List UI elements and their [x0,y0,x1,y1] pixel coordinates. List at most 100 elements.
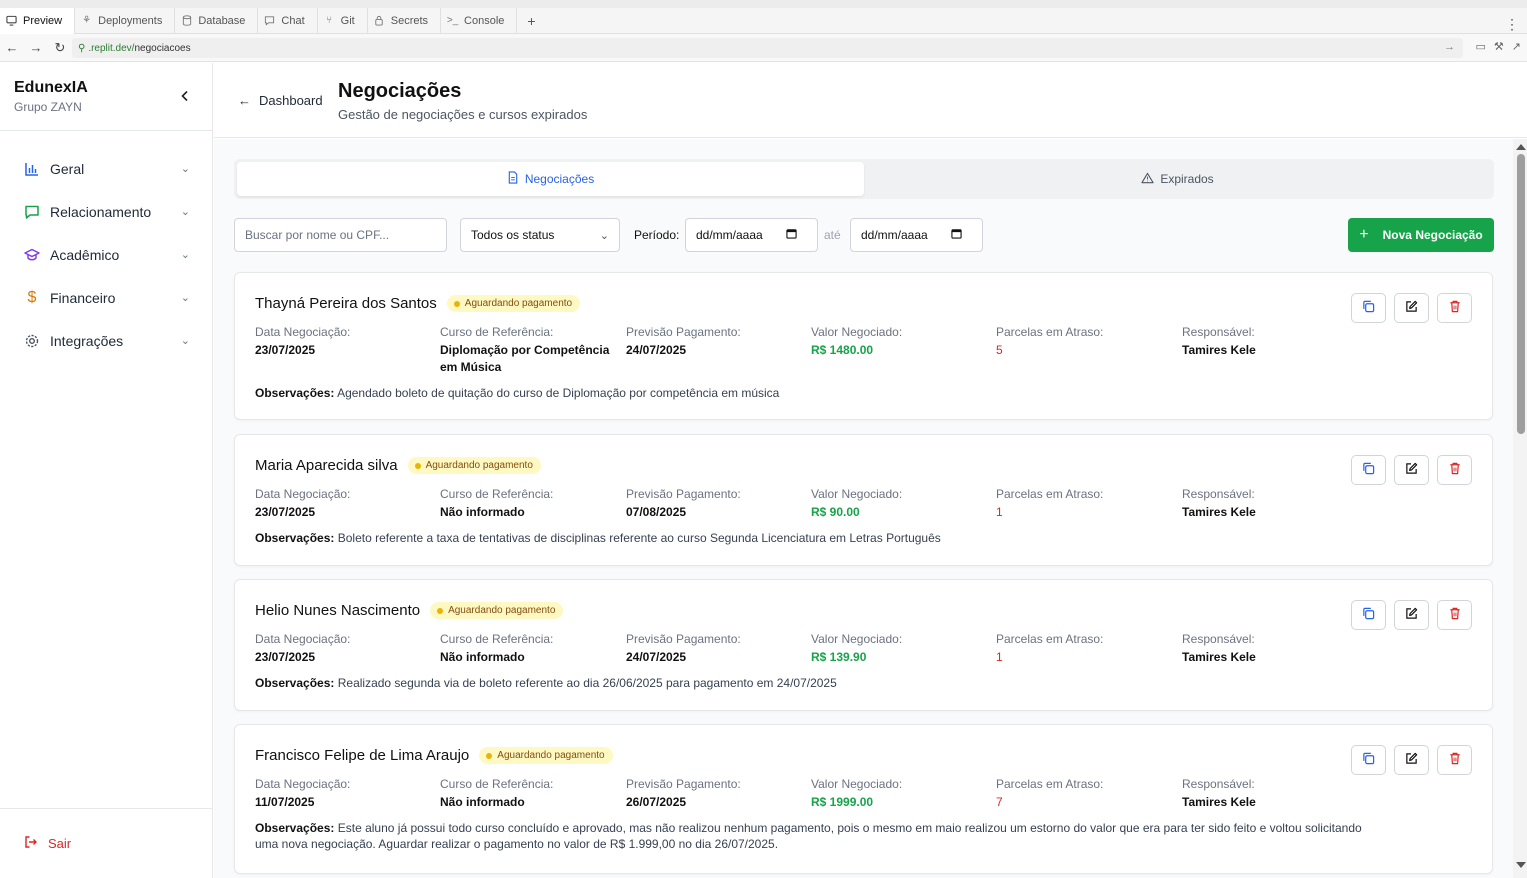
go-arrow-icon[interactable]: → [1444,41,1455,53]
external-link-icon[interactable]: ↗ [1512,40,1521,53]
delete-button[interactable] [1437,600,1472,630]
status-badge: Aguardando pagamento [479,747,613,764]
url-input[interactable]: ⚲ .replit.dev/ negociacoes → [72,38,1463,58]
field-label: Data Negociação: [255,487,351,501]
field-data: Data Negociação: 11/07/2025 [255,777,435,811]
ide-tab-label: Deployments [98,14,163,27]
scrollbar-thumb[interactable] [1517,154,1525,434]
field-data: Data Negociação: 23/07/2025 [255,487,435,521]
back-to-dashboard-link[interactable]: ← Dashboard [238,93,323,108]
tabs: Negociações Expirados [234,159,1494,199]
collapse-sidebar-icon[interactable] [180,89,190,105]
ide-tab-chat[interactable]: Chat [258,7,318,34]
calendar-icon[interactable] [786,228,797,242]
obs-label: Observações: [255,531,335,545]
status-select-value: Todos os status [471,228,555,242]
edit-icon [1405,300,1418,316]
field-valor: Valor Negociado: R$ 1999.00 [811,777,991,811]
duplicate-button[interactable] [1351,293,1386,323]
scroll-up-icon[interactable] [1516,144,1526,150]
document-icon [507,171,519,187]
obs-text: Realizado segunda via de boleto referent… [337,676,837,690]
duplicate-button[interactable] [1351,455,1386,485]
reload-icon[interactable]: ↻ [48,40,72,56]
field-parcelas: Parcelas em Atraso: 1 [996,632,1176,666]
field-parcelas: Parcelas em Atraso: 5 [996,325,1176,359]
periodo-label: Período: [634,228,680,242]
calendar-icon[interactable] [951,228,962,242]
new-tab-icon[interactable]: + [517,13,545,29]
duplicate-button[interactable] [1351,600,1386,630]
sidebar-item-label: Geral [50,160,85,177]
brand: EdunexIA Grupo ZAYN [0,63,212,131]
field-data: Data Negociação: 23/07/2025 [255,325,435,359]
ide-tab-preview[interactable]: Preview [0,7,76,34]
date-from-value: dd/mm/aaaa [696,228,763,242]
sidebar-item-financeiro[interactable]: $ Financeiro ⌄ [0,276,212,319]
sidebar-item-academico[interactable]: Acadêmico ⌄ [0,233,212,276]
field-value: 26/07/2025 [626,795,687,809]
field-label: Responsável: [1182,777,1255,791]
delete-button[interactable] [1437,745,1472,775]
delete-button[interactable] [1437,455,1472,485]
ide-tab-git[interactable]: ⑂ Git [318,7,368,34]
forward-arrow-icon[interactable]: → [24,40,48,55]
ide-tab-deployments[interactable]: ⚘ Deployments [75,7,176,34]
deploy-icon: ⚘ [82,15,92,26]
status-select[interactable]: Todos os status ⌄ [460,218,620,252]
date-from-input[interactable]: dd/mm/aaaa [685,218,818,252]
card-actions [1351,455,1472,485]
ide-tab-secrets[interactable]: Secrets [368,7,442,34]
edit-button[interactable] [1394,745,1429,775]
status-badge-label: Aguardando pagamento [425,460,533,471]
chevron-down-icon: ⌄ [180,206,190,218]
scrollbar[interactable] [1513,139,1527,878]
field-value: 24/07/2025 [626,650,687,664]
status-badge-label: Aguardando pagamento [464,298,573,309]
tab-negociacoes[interactable]: Negociações [237,162,864,196]
edit-button[interactable] [1394,600,1429,630]
sidebar-item-integracoes[interactable]: Integrações ⌄ [0,319,212,362]
ide-tab-database[interactable]: Database [175,7,259,34]
field-value: R$ 1480.00 [811,343,874,357]
chat-icon [264,15,275,26]
delete-button[interactable] [1437,293,1472,323]
status-badge-label: Aguardando pagamento [448,605,556,616]
search-input[interactable] [234,218,447,252]
student-name-text: Helio Nunes Nascimento [255,602,421,619]
wrench-icon[interactable]: ⚒ [1494,40,1504,53]
ide-tab-console[interactable]: >_ Console [441,7,518,34]
sidebar-item-label: Relacionamento [50,203,152,220]
database-icon [181,15,192,26]
sidebar-item-relacionamento[interactable]: Relacionamento ⌄ [0,190,212,233]
field-value: 11/07/2025 [255,795,315,809]
edit-button[interactable] [1394,293,1429,323]
field-label: Curso de Referência: [440,487,554,501]
field-label: Valor Negociado: [811,632,903,646]
devices-icon[interactable]: ▭ [1476,40,1486,53]
field-value: 24/07/2025 [626,343,687,357]
new-negotiation-button[interactable]: + Nova Negociação [1348,218,1494,252]
student-name-text: Maria Aparecida silva [255,457,398,474]
field-value: Não informado [440,795,525,809]
scroll-down-icon[interactable] [1516,862,1526,868]
observations: Observações: Boleto referente a taxa de … [255,530,1365,546]
ide-tab-label: Console [464,14,505,27]
field-value: 07/08/2025 [626,505,687,519]
edit-button[interactable] [1394,455,1429,485]
field-value: Não informado [440,505,525,519]
field-value: R$ 139.90 [811,650,867,664]
more-vertical-icon[interactable]: ⋮ [1505,16,1519,33]
field-label: Data Negociação: [255,325,351,339]
logout-button[interactable]: Sair [0,808,212,878]
sidebar-item-geral[interactable]: Geral ⌄ [0,147,212,190]
url-tools: ▭ ⚒ ↗ [1476,40,1522,53]
edit-icon [1405,607,1418,623]
student-name: Thayná Pereira dos Santos Aguardando paga… [255,295,581,312]
duplicate-button[interactable] [1351,745,1386,775]
field-label: Valor Negociado: [811,325,903,339]
field-value: Tamires Kele [1182,650,1256,664]
back-arrow-icon[interactable]: ← [0,40,24,55]
date-to-input[interactable]: dd/mm/aaaa [850,218,983,252]
tab-expirados[interactable]: Expirados [864,162,1491,196]
